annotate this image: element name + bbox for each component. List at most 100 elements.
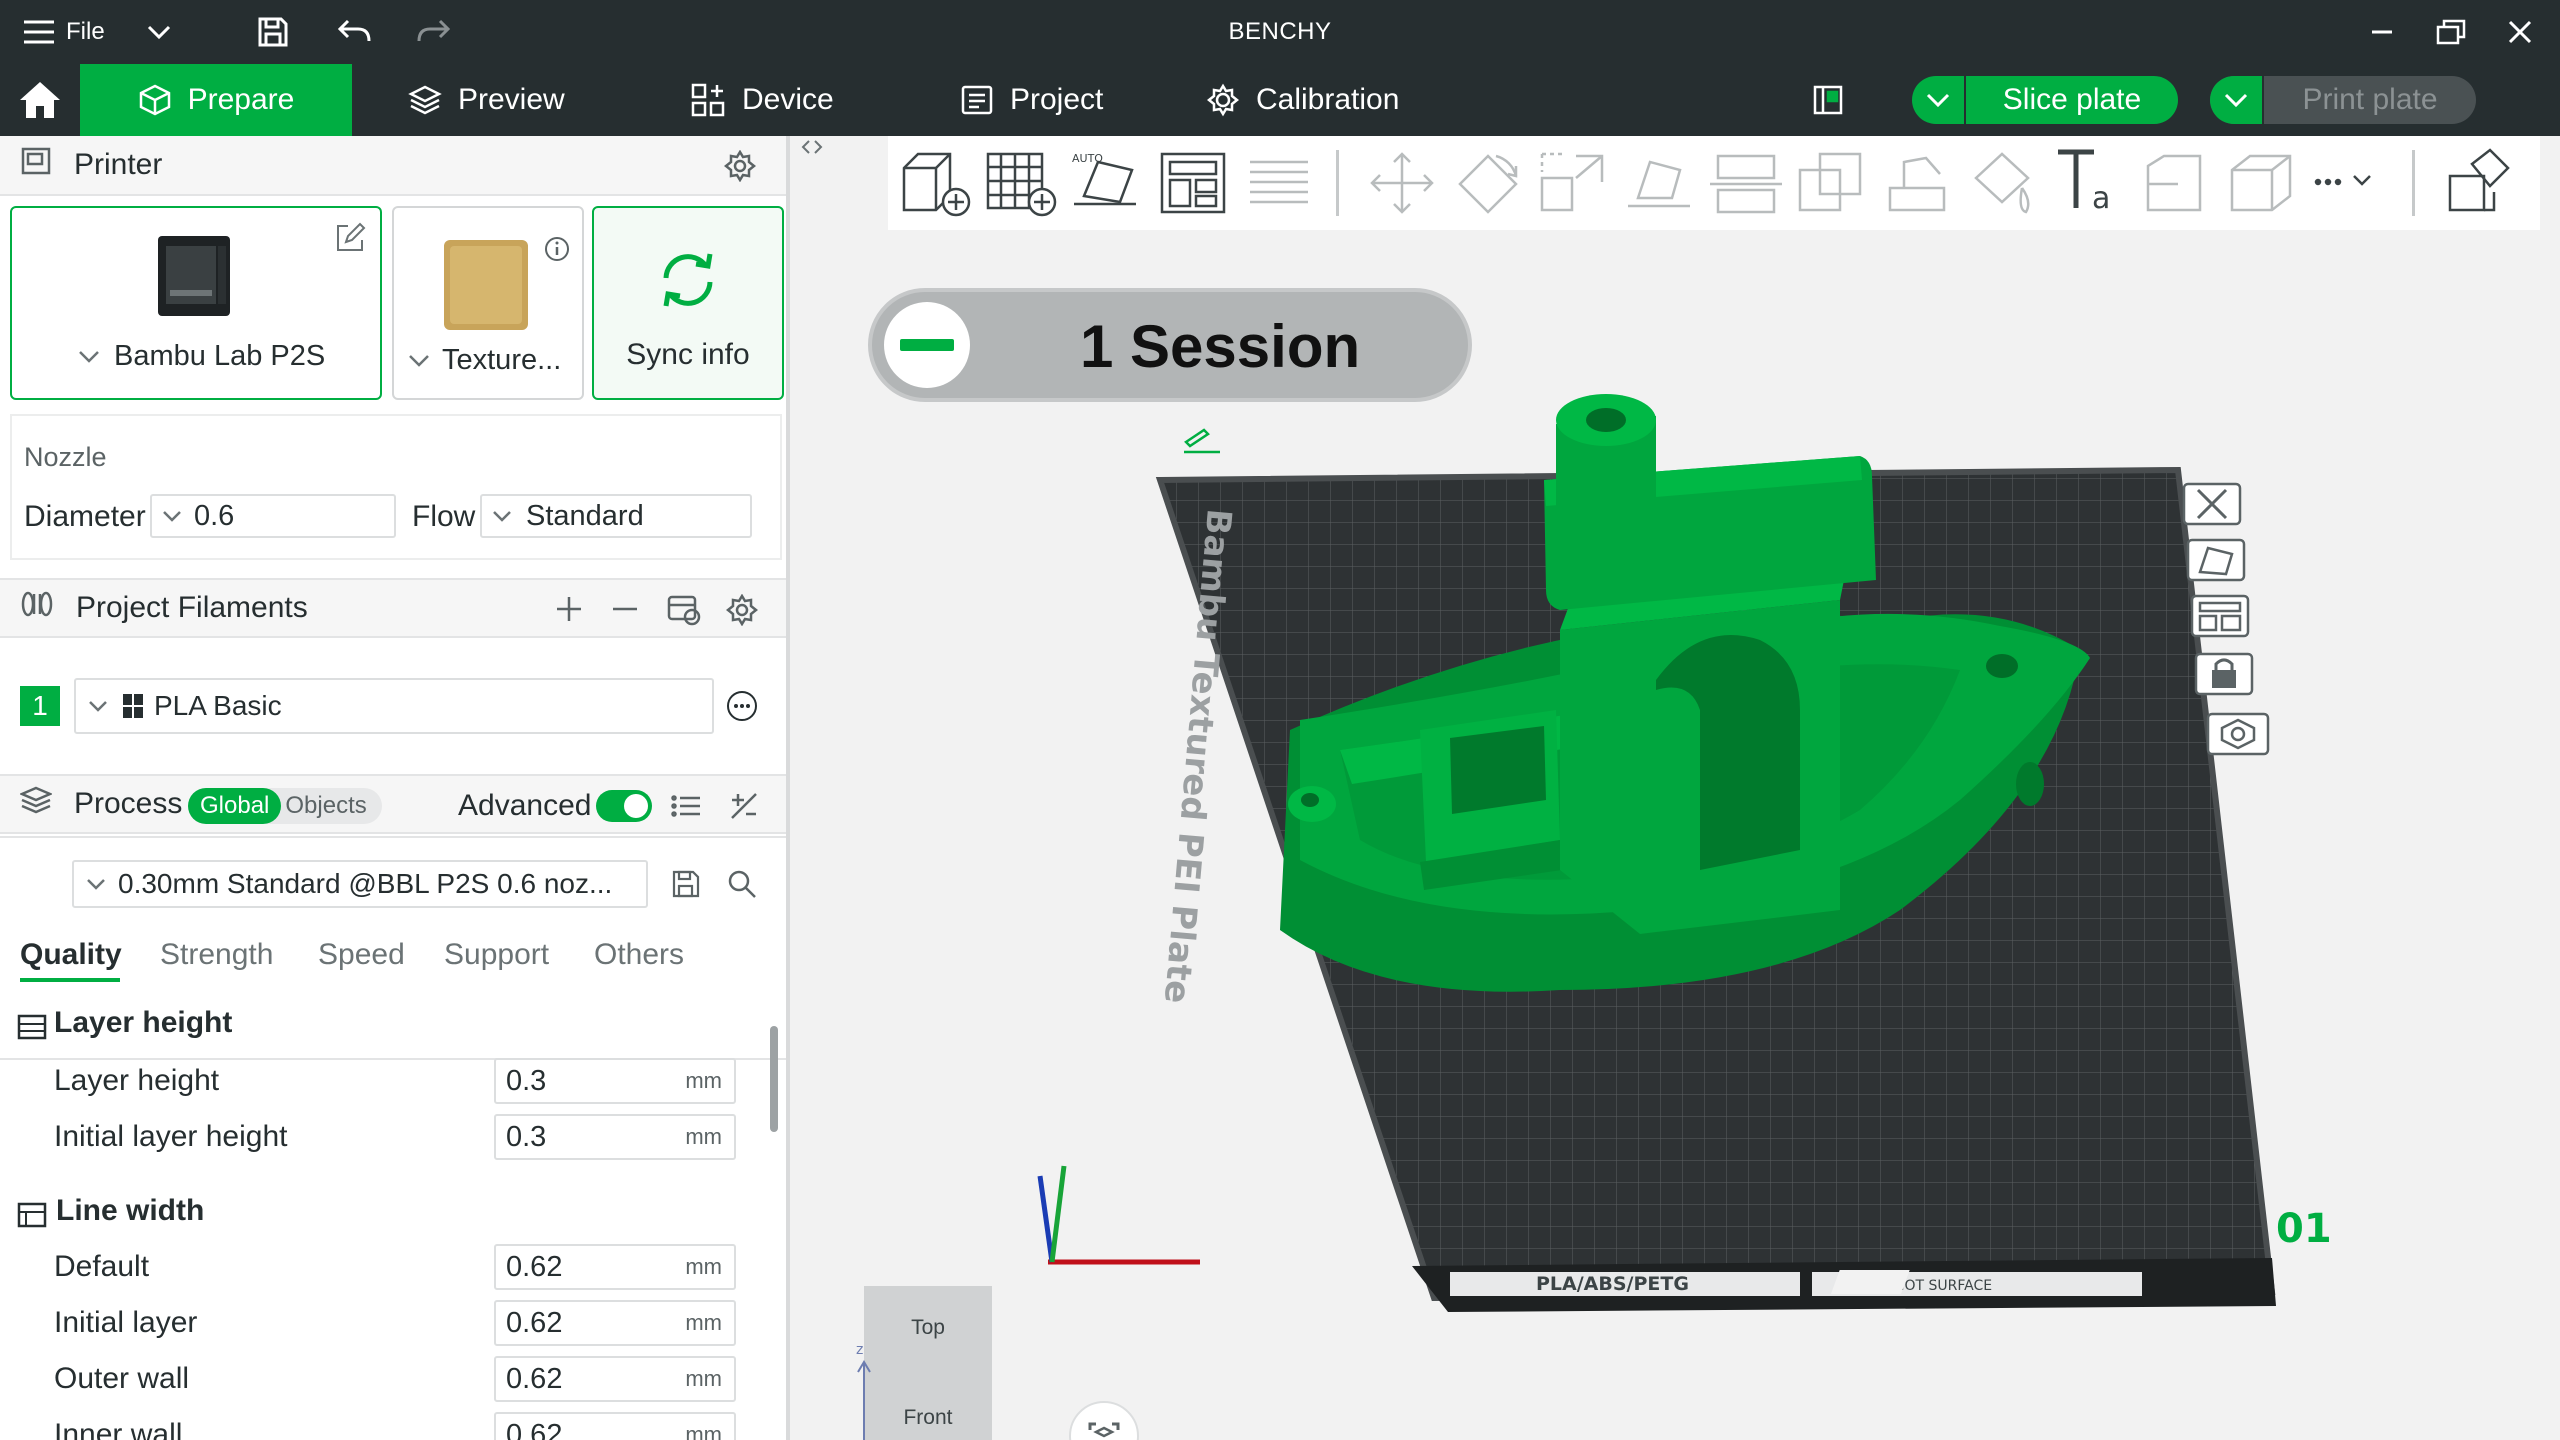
measure-tool[interactable] (2138, 148, 2214, 218)
seam-paint-tool[interactable] (1966, 148, 2042, 218)
tab-project[interactable]: Project (960, 64, 1103, 136)
layers-icon (408, 85, 442, 115)
row-label-inner-wall: Inner wall (54, 1418, 183, 1440)
auto-orient-button[interactable]: AUTO (1070, 148, 1146, 218)
flow-select[interactable]: Standard (480, 494, 752, 538)
plate-settings-button[interactable] (2206, 712, 2274, 760)
arrange-button[interactable] (1156, 148, 1232, 218)
plate-type-card[interactable]: Texture... (392, 206, 584, 400)
boolean-tool[interactable] (1794, 148, 1870, 218)
more-tools-button[interactable] (2312, 164, 2382, 207)
tab-prepare[interactable]: Prepare (80, 64, 352, 136)
layout-toggle-button[interactable] (1812, 64, 1844, 136)
close-button[interactable] (2508, 0, 2532, 64)
view-cube[interactable]: Top Front (864, 1286, 992, 1440)
print-dropdown[interactable] (2210, 76, 2264, 124)
collapse-sidebar-button[interactable] (800, 138, 830, 160)
add-plate-button[interactable] (984, 148, 1060, 218)
save-preset-button[interactable] (670, 868, 702, 905)
global-objects-toggle[interactable]: Global Objects (188, 788, 382, 824)
process-icon (18, 785, 54, 823)
sync-info-button[interactable]: Sync info (592, 206, 784, 400)
save-button[interactable] (256, 0, 290, 64)
scale-tool[interactable] (1536, 148, 1612, 218)
info-icon[interactable] (544, 236, 570, 262)
rotate-tool[interactable] (1450, 148, 1526, 218)
initial-layer-height-input[interactable]: 0.3 mm (494, 1114, 736, 1160)
slice-plate-button[interactable]: Slice plate (1912, 76, 2178, 124)
printer-model-card[interactable]: Bambu Lab P2S (10, 206, 382, 400)
plate-lock-button[interactable] (2194, 652, 2258, 700)
ams-sync-icon (667, 595, 701, 626)
default-line-width-input[interactable]: 0.62 mm (494, 1244, 736, 1290)
settings-scrollbar[interactable] (770, 1026, 778, 1132)
cut-tool[interactable] (1708, 148, 1784, 218)
restore-button[interactable] (2436, 0, 2466, 64)
initial-layer-line-width-input[interactable]: 0.62 mm (494, 1300, 736, 1346)
quick-menu-dropdown[interactable] (146, 0, 172, 64)
filament-more-button[interactable] (726, 690, 758, 727)
redo-button[interactable] (416, 0, 452, 64)
edit-icon[interactable] (334, 222, 366, 254)
text-tool[interactable]: a (2052, 142, 2128, 220)
assemble-view-button[interactable] (2442, 144, 2518, 220)
inner-wall-line-width-input[interactable]: 0.62 mm (494, 1412, 736, 1440)
layer-height-input[interactable]: 0.3 mm (494, 1058, 736, 1104)
toggle-global[interactable]: Global (188, 788, 282, 824)
print-plate-button[interactable]: Print plate (2210, 76, 2476, 124)
tab-others[interactable]: Others (594, 938, 684, 972)
row-value: 0.62 (506, 1362, 563, 1395)
undo-button[interactable] (336, 0, 372, 64)
lay-on-face-tool[interactable] (1622, 148, 1698, 218)
plate-type-select[interactable]: Texture... (408, 344, 561, 377)
view-cube-front[interactable]: Front (864, 1406, 992, 1430)
plate-close-button[interactable] (2182, 482, 2246, 530)
session-minimize-button[interactable] (884, 302, 970, 388)
camera-icon (1069, 1401, 1139, 1440)
move-tool[interactable] (1364, 148, 1440, 218)
plate-hot-text: HOT SURFACE (1894, 1278, 1992, 1294)
add-filament-button[interactable] (554, 594, 584, 632)
tab-device[interactable]: Device (690, 64, 834, 136)
tab-calibration[interactable]: Calibration (1206, 64, 1399, 136)
filament-settings-button[interactable] (725, 593, 759, 634)
plate-orient-button[interactable] (2186, 538, 2250, 586)
add-object-button[interactable] (898, 148, 974, 218)
diameter-select[interactable]: 0.6 (150, 494, 396, 538)
toggle-objects[interactable]: Objects (281, 792, 366, 820)
printer-settings-button[interactable] (723, 149, 757, 190)
build-plate-scene[interactable]: PLA/ABS/PETG HOT SURFACE Bambu Textured … (1000, 390, 2380, 1340)
process-compare-button[interactable] (728, 790, 760, 830)
camera-view-button[interactable] (1068, 1400, 1140, 1440)
tab-preview[interactable]: Preview (408, 64, 565, 136)
advanced-switch[interactable] (596, 790, 652, 822)
minimize-button[interactable] (2370, 0, 2394, 64)
slice-dropdown[interactable] (1912, 76, 1966, 124)
view-cube-top[interactable]: Top (864, 1316, 992, 1340)
outer-wall-line-width-input[interactable]: 0.62 mm (494, 1356, 736, 1402)
plate-arrange-button[interactable] (2190, 594, 2254, 642)
assembly-tool[interactable] (2224, 148, 2300, 218)
tab-quality[interactable]: Quality (20, 938, 122, 972)
home-button[interactable] (0, 64, 80, 136)
tab-strength[interactable]: Strength (160, 938, 273, 972)
search-settings-button[interactable] (726, 868, 758, 905)
printer-model-select[interactable]: Bambu Lab P2S (78, 340, 325, 373)
file-menu[interactable]: File (22, 0, 105, 64)
sync-icon (663, 253, 713, 307)
tab-speed[interactable]: Speed (318, 938, 405, 972)
tab-support[interactable]: Support (444, 938, 549, 972)
filament-index-badge[interactable]: 1 (20, 686, 60, 726)
support-paint-tool[interactable] (1880, 148, 1956, 218)
row-value: 0.62 (506, 1306, 563, 1339)
process-list-button[interactable] (670, 790, 702, 830)
row-label-default: Default (54, 1250, 150, 1283)
filament-sync-button[interactable] (666, 592, 702, 634)
plate-rename-icon[interactable] (1184, 428, 1220, 454)
gear-icon (725, 593, 759, 627)
remove-filament-button[interactable] (610, 594, 640, 632)
filament-select[interactable]: PLA Basic (74, 678, 714, 734)
split-layers-button[interactable] (1242, 148, 1318, 218)
tab-active-indicator (20, 978, 120, 982)
process-preset-select[interactable]: 0.30mm Standard @BBL P2S 0.6 noz... (72, 860, 648, 908)
